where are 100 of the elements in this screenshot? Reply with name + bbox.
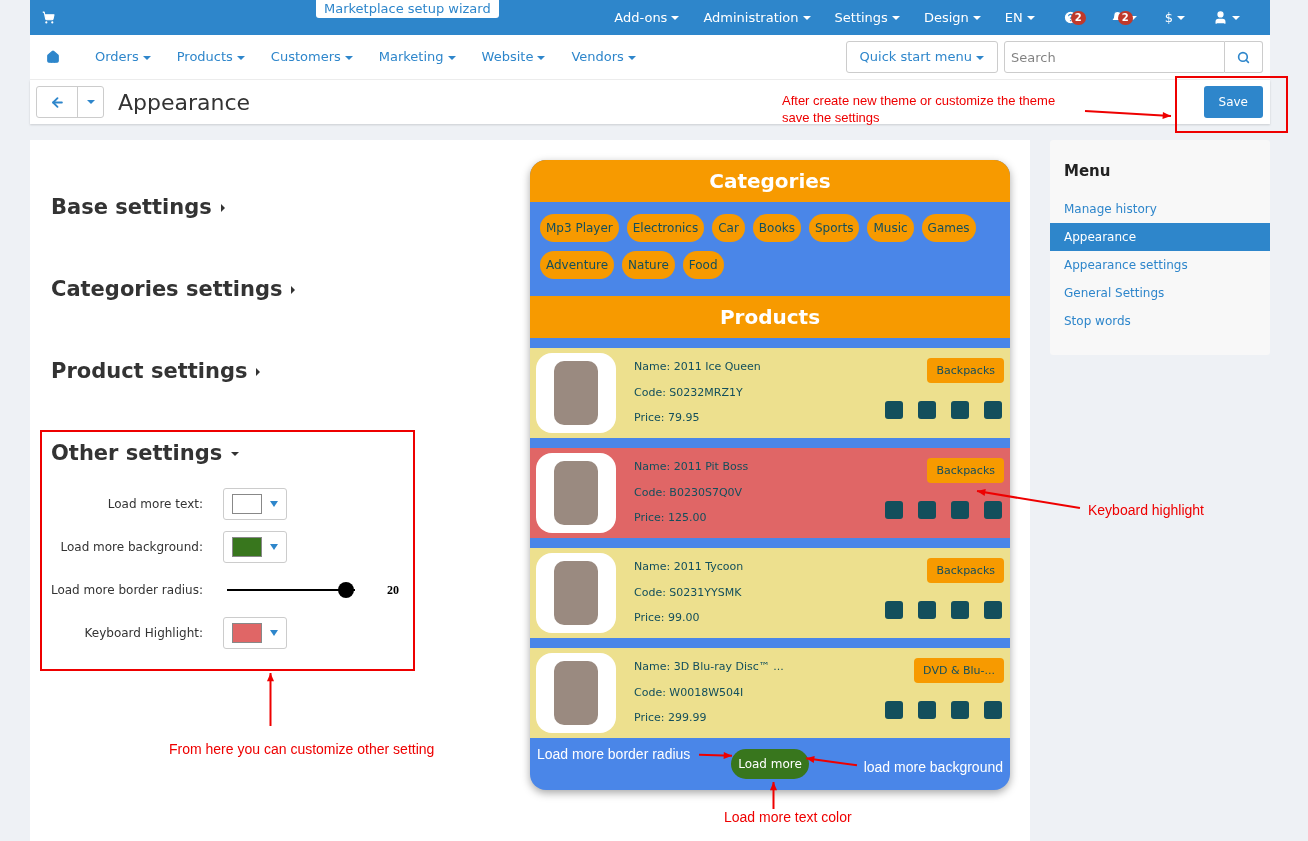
category-chip[interactable]: Electronics [626, 214, 705, 242]
category-chip[interactable]: Car [712, 214, 745, 242]
cart-icon[interactable] [42, 11, 55, 24]
caret-icon [802, 16, 811, 21]
action-icon[interactable] [918, 501, 936, 519]
product-row[interactable]: Name: 3D Blu-ray Disc™ ... Code: W0018W504I Price: 299.99 DVD & Blu-... [530, 648, 1010, 738]
category-chip[interactable]: Nature [622, 251, 675, 279]
caret-icon [142, 55, 151, 60]
top-menu-item[interactable]: Design [911, 7, 993, 28]
product-row[interactable]: Name: 2011 Ice Queen Code: S0232MRZ1Y Price: 79.95 Backpacks [530, 348, 1010, 438]
caret-icon [236, 55, 245, 60]
action-icon[interactable] [984, 401, 1002, 419]
category-chip[interactable]: Books [752, 214, 801, 242]
wizard-button[interactable]: Marketplace setup wizard [316, 0, 499, 18]
nav-menu-item[interactable]: Vendors [558, 47, 649, 67]
action-icon[interactable] [951, 701, 969, 719]
caret-icon [231, 452, 240, 456]
category-chip[interactable]: Music [867, 214, 914, 242]
dropdown-icon [270, 629, 278, 636]
action-icon[interactable] [918, 601, 936, 619]
top-menu-item[interactable]: Administration [691, 7, 823, 28]
category-chip[interactable]: Sports [808, 214, 860, 242]
section-toggle[interactable]: Product settings [51, 354, 261, 390]
section-toggle[interactable]: Base settings [51, 190, 225, 226]
product-name: Name: 2011 Ice Queen [634, 359, 762, 376]
section-toggle[interactable]: Categories settings [51, 272, 296, 308]
page-title: Appearance [118, 88, 251, 117]
help-button[interactable]: 2 [1046, 10, 1094, 25]
menu-item[interactable]: Manage history [1050, 194, 1270, 223]
product-row[interactable]: Name: 2011 Pit Boss Code: B0230S7Q0V Price: 125.00 Backpacks [530, 448, 1010, 538]
caret-icon [220, 204, 225, 212]
category-chip[interactable]: Mp3 Player [540, 214, 619, 242]
dropdown-icon [270, 543, 278, 550]
action-icon[interactable] [885, 401, 903, 419]
save-button[interactable]: Save [1203, 86, 1263, 118]
annotation-text: Load more border radius [537, 745, 691, 764]
action-icon[interactable] [984, 501, 1002, 519]
action-icon[interactable] [885, 701, 903, 719]
annotation-text: Load more text color [724, 808, 852, 827]
category-tag: Backpacks [927, 458, 1004, 483]
action-icon[interactable] [885, 501, 903, 519]
nav-menu-item[interactable]: Marketing [365, 47, 469, 67]
home-icon[interactable] [46, 50, 60, 64]
category-tag: DVD & Blu-... [914, 658, 1004, 683]
category-chip[interactable]: Food [682, 251, 724, 279]
product-price: Price: 79.95 [634, 410, 701, 427]
action-icon[interactable] [951, 401, 969, 419]
category-tag: Backpacks [927, 358, 1004, 383]
product-row[interactable]: Name: 2011 Tycoon Code: S0231YYSMK Price: 99.00 Backpacks [530, 548, 1010, 638]
arrow [265, 671, 277, 728]
category-chip[interactable]: Adventure [540, 251, 615, 279]
product-code: Code: B0230S7Q0V [634, 484, 744, 501]
top-menu-item[interactable]: $ [1152, 7, 1197, 28]
search-button[interactable] [1225, 41, 1263, 73]
section-header: Categories [530, 160, 1010, 202]
menu-item[interactable]: Appearance settings [1050, 250, 1270, 279]
product-price: Price: 99.00 [634, 610, 701, 627]
action-icon[interactable] [984, 701, 1002, 719]
caret-icon [291, 286, 296, 294]
back-button-group[interactable] [36, 86, 104, 118]
menu-item[interactable]: General Settings [1050, 278, 1270, 307]
load-more-button[interactable]: Load more [731, 749, 809, 779]
search-field[interactable]: Search [1004, 41, 1225, 73]
category-chip[interactable]: Games [921, 214, 976, 242]
annotation-text: From here you can customize other setting [169, 740, 435, 759]
action-icon[interactable] [984, 601, 1002, 619]
color-picker[interactable] [223, 616, 287, 649]
slider-thumb[interactable] [338, 581, 355, 598]
menu-item[interactable]: Appearance [1050, 222, 1270, 251]
caret-icon [976, 55, 984, 60]
top-menu-item[interactable]: EN [992, 7, 1047, 28]
top-menu-item[interactable]: Settings [822, 7, 912, 28]
quick-start-button[interactable]: Quick start menu [845, 41, 998, 73]
top-menu-item[interactable]: Add-ons [602, 7, 692, 28]
menu-item[interactable]: Stop words [1050, 306, 1270, 335]
product-price: Price: 125.00 [634, 510, 708, 527]
caret-icon [1177, 16, 1185, 21]
product-price: Price: 299.99 [634, 710, 708, 727]
field-label: Load more border radius: [49, 581, 204, 599]
nav-menu-item[interactable]: Customers [257, 47, 366, 67]
action-icon[interactable] [918, 401, 936, 419]
product-code: Code: S0231YYSMK [634, 584, 743, 601]
action-icon[interactable] [951, 501, 969, 519]
caret-icon [1232, 15, 1240, 20]
action-icon[interactable] [951, 601, 969, 619]
arrow [768, 780, 780, 811]
nav-menu-item[interactable]: Website [468, 47, 559, 67]
action-icon[interactable] [918, 701, 936, 719]
nav-menu-item[interactable]: Products [163, 47, 258, 67]
product-code: Code: W0018W504I [634, 684, 745, 701]
caret-icon [256, 368, 261, 376]
category-tag: Backpacks [927, 558, 1004, 583]
section-toggle[interactable]: Other settings [51, 436, 240, 472]
color-picker[interactable] [223, 487, 287, 520]
action-icon[interactable] [885, 601, 903, 619]
arrow [697, 750, 734, 762]
nav-menu-item[interactable]: Orders [82, 47, 164, 67]
notifications-button[interactable]: 2 [1093, 10, 1153, 25]
color-picker[interactable] [223, 530, 287, 563]
product-name: Name: 2011 Tycoon [634, 559, 745, 576]
